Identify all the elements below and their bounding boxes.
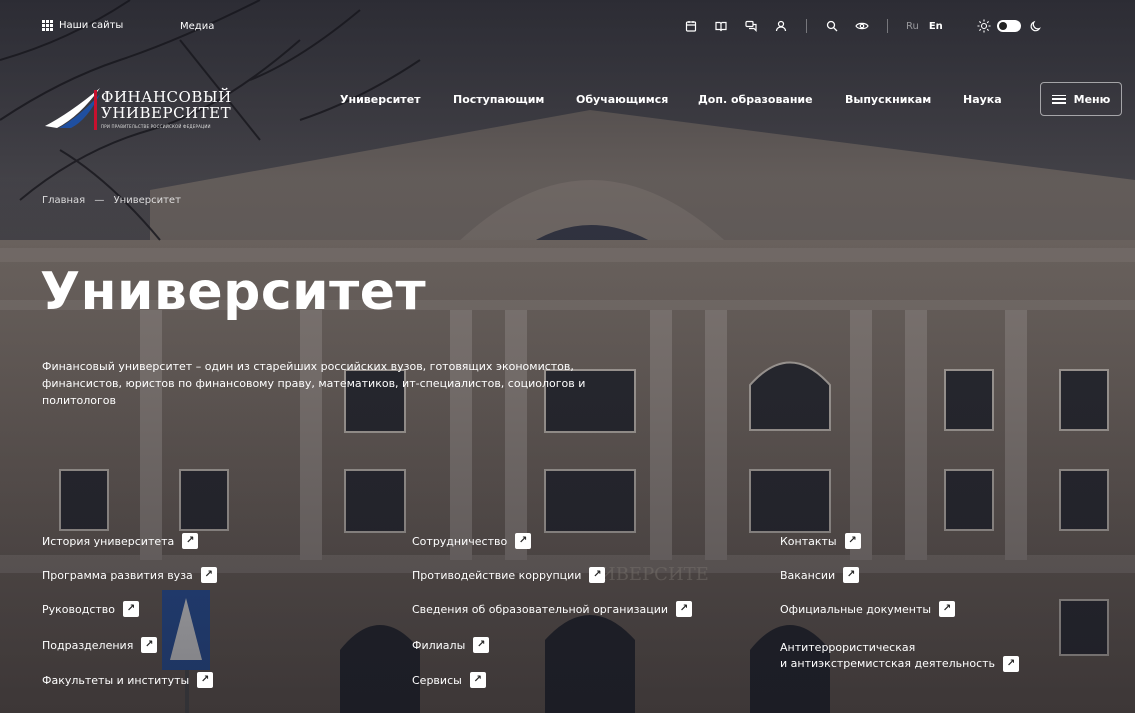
- page-description: Финансовый университет – один из старейш…: [42, 360, 586, 407]
- link-org-info[interactable]: Сведения об образовательной организации ↗: [412, 601, 693, 617]
- link-label: Сведения об образовательной организации: [412, 602, 669, 616]
- arrow-up-right-icon: ↗: [200, 567, 217, 583]
- link-history[interactable]: История университета ↗: [42, 533, 199, 549]
- link-label-line-1: Антитеррористическая: [780, 641, 916, 654]
- arrow-up-right-icon: ↗: [469, 672, 486, 688]
- link-label: Официальные документы: [780, 602, 932, 616]
- link-label: Руководство: [42, 602, 116, 616]
- arrow-up-right-icon: ↗: [589, 567, 606, 583]
- media-link[interactable]: Медиа: [180, 21, 214, 32]
- arrow-up-right-icon: ↗: [843, 567, 860, 583]
- link-label: История университета: [42, 534, 175, 548]
- our-sites-button[interactable]: Наши сайты: [42, 20, 123, 31]
- calendar-icon[interactable]: [684, 19, 698, 33]
- arrow-up-right-icon: ↗: [844, 533, 861, 549]
- arrow-up-right-icon: ↗: [123, 601, 140, 617]
- link-label: Сервисы: [412, 673, 462, 687]
- arrow-up-right-icon: ↗: [515, 533, 532, 549]
- link-cooperation[interactable]: Сотрудничество ↗: [412, 533, 532, 549]
- chat-icon[interactable]: [744, 19, 758, 33]
- link-label: Программа развития вуза: [42, 568, 193, 582]
- nav-item-extra-education[interactable]: Доп. образование: [698, 93, 813, 106]
- nav-item-applicants[interactable]: Поступающим: [453, 93, 544, 106]
- logo-emblem-icon: [45, 88, 100, 130]
- logo-line-2: УНИВЕРСИТЕТ: [101, 104, 232, 122]
- top-bar: Наши сайты Медиа Ru En: [0, 0, 1135, 60]
- nav-item-graduates[interactable]: Выпускникам: [845, 93, 931, 106]
- link-label: Филиалы: [412, 638, 466, 652]
- breadcrumb-separator: —: [94, 195, 105, 206]
- user-icon[interactable]: [774, 19, 788, 33]
- moon-icon[interactable]: [1029, 19, 1043, 33]
- logo-subtitle: ПРИ ПРАВИТЕЛЬСТВЕ РОССИЙСКОЙ ФЕДЕРАЦИИ: [101, 124, 211, 129]
- menu-button[interactable]: Меню: [1040, 82, 1122, 116]
- theme-toggle[interactable]: [996, 20, 1021, 32]
- utility-icons: Ru En: [684, 19, 1043, 33]
- link-divisions[interactable]: Подразделения ↗: [42, 637, 158, 653]
- hamburger-icon: [1051, 94, 1066, 104]
- lang-en-button[interactable]: En: [929, 21, 943, 32]
- nav-item-students[interactable]: Обучающимся: [576, 93, 668, 106]
- link-label-multiline: Антитеррористическая и антиэкстремистска…: [780, 640, 995, 672]
- page: ИВЕРСИТЕ Наши сайты Медиа: [0, 0, 1135, 713]
- lang-ru-button[interactable]: Ru: [906, 21, 919, 32]
- link-branches[interactable]: Филиалы ↗: [412, 637, 490, 653]
- link-label: Факультеты и институты: [42, 673, 190, 687]
- arrow-up-right-icon: ↗: [473, 637, 490, 653]
- eye-icon[interactable]: [855, 19, 869, 33]
- search-icon[interactable]: [825, 19, 839, 33]
- link-label-line-2: и антиэкстремистская деятельность: [780, 657, 996, 670]
- link-vacancies[interactable]: Вакансии ↗: [780, 567, 860, 583]
- link-services[interactable]: Сервисы ↗: [412, 672, 486, 688]
- divider: [887, 19, 888, 33]
- link-official-documents[interactable]: Официальные документы ↗: [780, 601, 956, 617]
- menu-label: Меню: [1073, 92, 1111, 106]
- link-label: Сотрудничество: [412, 534, 508, 548]
- link-label: Противодействие коррупции: [412, 568, 582, 582]
- sun-icon[interactable]: [977, 19, 991, 33]
- arrow-up-right-icon: ↗: [676, 601, 693, 617]
- link-label: Подразделения: [42, 638, 134, 652]
- grid-icon: [42, 20, 53, 31]
- link-contacts[interactable]: Контакты ↗: [780, 533, 861, 549]
- arrow-up-right-icon: ↗: [141, 637, 158, 653]
- link-leadership[interactable]: Руководство ↗: [42, 601, 140, 617]
- arrow-up-right-icon: ↗: [182, 533, 199, 549]
- breadcrumb-current: Университет: [113, 195, 181, 206]
- arrow-up-right-icon: ↗: [1003, 656, 1020, 672]
- breadcrumb-home[interactable]: Главная: [42, 195, 85, 206]
- link-label: Вакансии: [780, 568, 836, 582]
- nav-item-science[interactable]: Наука: [963, 93, 1002, 106]
- link-anti-corruption[interactable]: Противодействие коррупции ↗: [412, 567, 606, 583]
- arrow-up-right-icon: ↗: [197, 672, 214, 688]
- link-faculties[interactable]: Факультеты и институты ↗: [42, 672, 214, 688]
- book-icon[interactable]: [714, 19, 728, 33]
- page-title: Университет: [40, 262, 427, 322]
- university-logo[interactable]: ФИНАНСОВЫЙ УНИВЕРСИТЕТ ПРИ ПРАВИТЕЛЬСТВЕ…: [45, 78, 235, 138]
- link-anti-terrorism[interactable]: Антитеррористическая и антиэкстремистска…: [780, 640, 1020, 672]
- arrow-up-right-icon: ↗: [939, 601, 956, 617]
- divider: [806, 19, 807, 33]
- link-label: Контакты: [780, 534, 837, 548]
- nav-item-university[interactable]: Университет: [340, 93, 421, 106]
- link-development-program[interactable]: Программа развития вуза ↗: [42, 567, 217, 583]
- breadcrumb: Главная — Университет: [42, 195, 181, 206]
- our-sites-label: Наши сайты: [59, 20, 124, 31]
